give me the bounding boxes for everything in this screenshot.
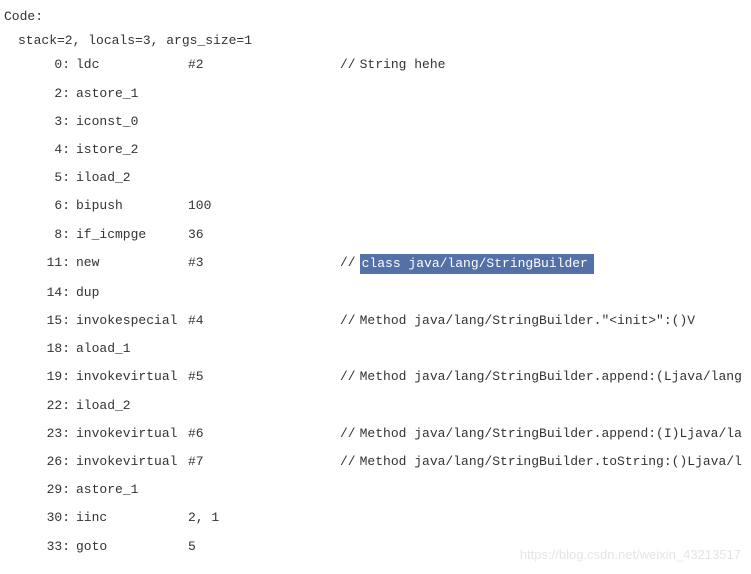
offset: 8: (4, 226, 76, 244)
operand (188, 169, 340, 187)
bytecode-line: 3:iconst_0 (4, 113, 747, 131)
opcode: iconst_0 (76, 113, 188, 131)
opcode: invokespecial (76, 312, 188, 330)
offset: 33: (4, 538, 76, 556)
opcode: iload_2 (76, 397, 188, 415)
offset: 23: (4, 425, 76, 443)
bytecode-line: 5:iload_2 (4, 169, 747, 187)
offset: 11: (4, 254, 76, 274)
opcode: if_icmpge (76, 226, 188, 244)
operand: #3 (188, 254, 340, 274)
bytecode-line: 15:invokespecial#4// Method java/lang/St… (4, 312, 747, 330)
comment-prefix: // (340, 453, 360, 471)
comment: Method java/lang/StringBuilder.append:(L… (360, 368, 742, 386)
offset: 29: (4, 481, 76, 499)
comment: Method java/lang/StringBuilder."<init>":… (360, 312, 695, 330)
opcode: invokevirtual (76, 368, 188, 386)
offset: 19: (4, 368, 76, 386)
operand: 36 (188, 226, 340, 244)
opcode: bipush (76, 197, 188, 215)
operand: 5 (188, 538, 340, 556)
comment-prefix: // (340, 312, 360, 330)
bytecode-line: 8:if_icmpge36 (4, 226, 747, 244)
operand (188, 85, 340, 103)
opcode: invokevirtual (76, 425, 188, 443)
opcode: invokevirtual (76, 453, 188, 471)
opcode: iload_2 (76, 169, 188, 187)
comment-prefix: // (340, 425, 360, 443)
offset: 2: (4, 85, 76, 103)
operand: #7 (188, 453, 340, 471)
code-header: Code: (4, 8, 747, 26)
offset: 22: (4, 397, 76, 415)
opcode: new (76, 254, 188, 274)
operand (188, 397, 340, 415)
operand: #5 (188, 368, 340, 386)
opcode: goto (76, 538, 188, 556)
comment: Method java/lang/StringBuilder.append:(I… (360, 425, 742, 443)
bytecode-line: 23:invokevirtual#6// Method java/lang/St… (4, 425, 747, 443)
bytecode-line: 2:astore_1 (4, 85, 747, 103)
bytecode-line: 11:new#3// class java/lang/StringBuilder (4, 254, 747, 274)
comment-prefix: // (340, 368, 360, 386)
bytecode-line: 29:astore_1 (4, 481, 747, 499)
comment-prefix: // (340, 56, 360, 74)
watermark: https://blog.csdn.net/weixin_43213517 (520, 546, 741, 564)
offset: 14: (4, 284, 76, 302)
operand: #4 (188, 312, 340, 330)
comment: class java/lang/StringBuilder (360, 254, 594, 274)
offset: 0: (4, 56, 76, 74)
operand: 100 (188, 197, 340, 215)
offset: 5: (4, 169, 76, 187)
stack-info: stack=2, locals=3, args_size=1 (18, 32, 747, 50)
opcode: dup (76, 284, 188, 302)
opcode: astore_1 (76, 85, 188, 103)
bytecode-line: 14:dup (4, 284, 747, 302)
operand (188, 141, 340, 159)
offset: 3: (4, 113, 76, 131)
bytecode-line: 26:invokevirtual#7// Method java/lang/St… (4, 453, 747, 471)
bytecode-listing: 0:ldc#2// String hehe2:astore_13:iconst_… (4, 56, 747, 555)
bytecode-line: 6:bipush100 (4, 197, 747, 215)
offset: 26: (4, 453, 76, 471)
bytecode-line: 22:iload_2 (4, 397, 747, 415)
comment-prefix: // (340, 254, 360, 274)
offset: 30: (4, 509, 76, 527)
operand: 2, 1 (188, 509, 340, 527)
bytecode-line: 4:istore_2 (4, 141, 747, 159)
bytecode-line: 19:invokevirtual#5// Method java/lang/St… (4, 368, 747, 386)
bytecode-line: 30:iinc2, 1 (4, 509, 747, 527)
opcode: aload_1 (76, 340, 188, 358)
bytecode-line: 0:ldc#2// String hehe (4, 56, 747, 74)
operand (188, 284, 340, 302)
offset: 4: (4, 141, 76, 159)
bytecode-line: 18:aload_1 (4, 340, 747, 358)
operand (188, 340, 340, 358)
opcode: istore_2 (76, 141, 188, 159)
offset: 15: (4, 312, 76, 330)
operand (188, 481, 340, 499)
comment: Method java/lang/StringBuilder.toString:… (360, 453, 742, 471)
operand: #2 (188, 56, 340, 74)
opcode: astore_1 (76, 481, 188, 499)
offset: 18: (4, 340, 76, 358)
opcode: iinc (76, 509, 188, 527)
comment: String hehe (360, 56, 446, 74)
operand (188, 113, 340, 131)
offset: 6: (4, 197, 76, 215)
opcode: ldc (76, 56, 188, 74)
operand: #6 (188, 425, 340, 443)
